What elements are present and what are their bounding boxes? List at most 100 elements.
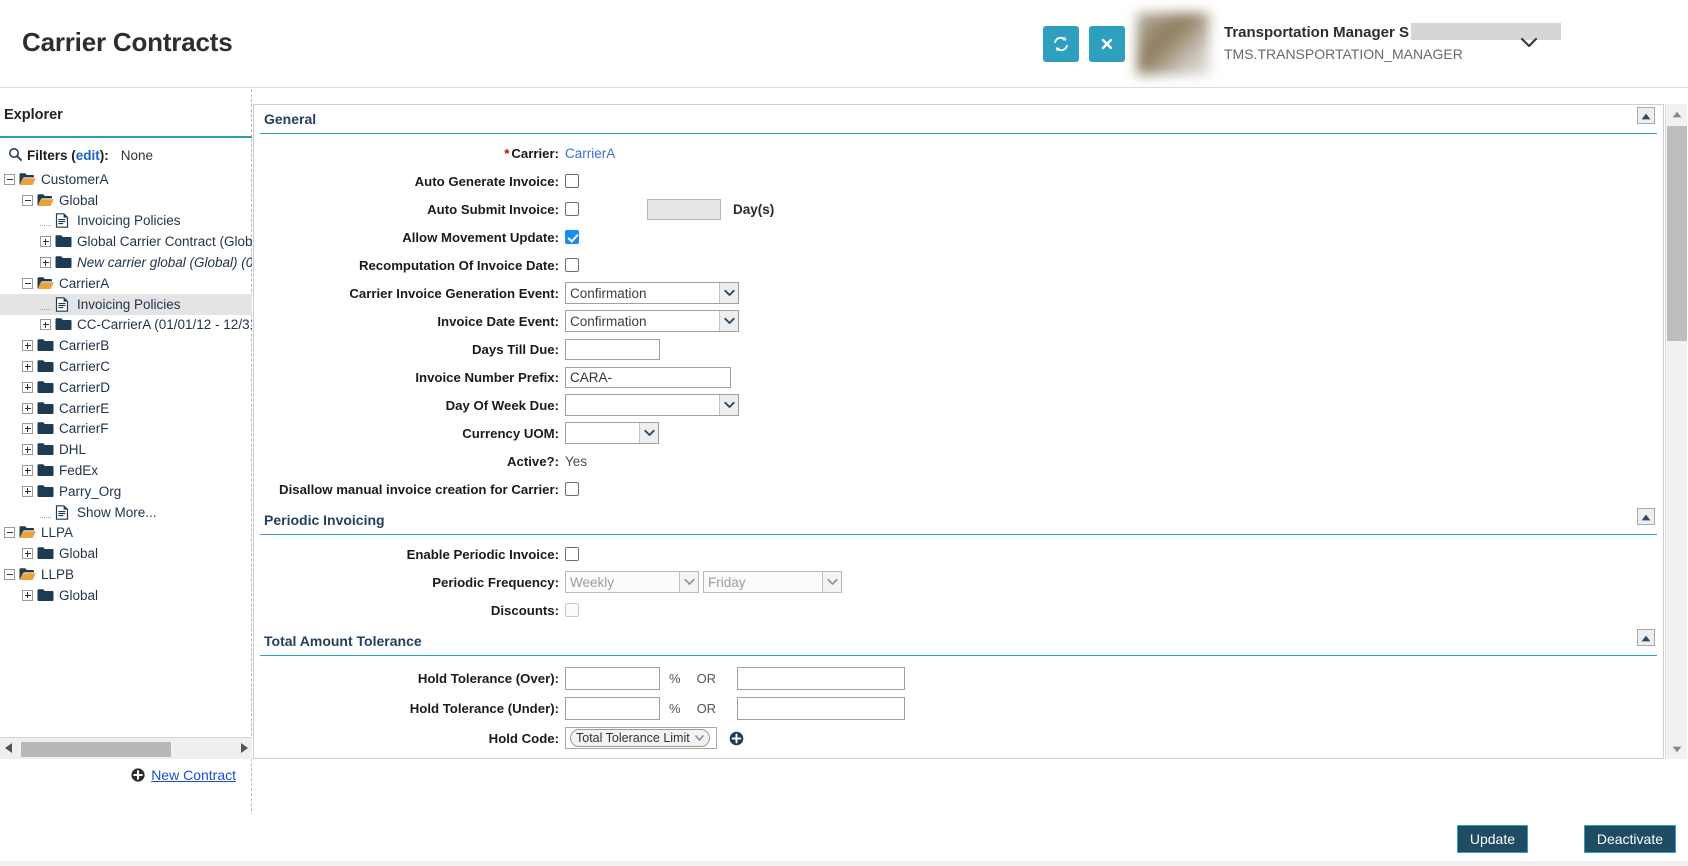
tree-item[interactable]: Global Carrier Contract (Globa [0, 231, 252, 252]
user-menu-toggle[interactable] [1508, 28, 1550, 60]
tree-toggle-plus-icon[interactable] [22, 340, 33, 351]
update-button[interactable]: Update [1457, 825, 1528, 853]
hold-tolerance-under-amount-input[interactable] [737, 697, 905, 720]
tree-toggle-plus-icon[interactable] [40, 257, 51, 268]
tree-item[interactable]: CarrierE [0, 398, 252, 419]
tree-toggle-minus-icon[interactable] [4, 527, 15, 538]
auto-submit-days-input[interactable] [647, 199, 721, 220]
disallow-manual-invoice-checkbox[interactable] [565, 482, 579, 496]
scroll-right-button[interactable] [235, 738, 252, 760]
collapse-tolerance-button[interactable] [1637, 629, 1655, 646]
deactivate-button[interactable]: Deactivate [1584, 825, 1676, 853]
tree-toggle-plus-icon[interactable] [22, 403, 33, 414]
tree-item-label: LLPB [41, 567, 74, 582]
hold-code-add-button[interactable] [729, 731, 744, 746]
folder-icon [37, 401, 54, 416]
new-contract-link[interactable]: New Contract [151, 767, 236, 783]
label-active: Active?: [254, 454, 565, 469]
tree-toggle-minus-icon[interactable] [22, 278, 33, 289]
collapse-general-button[interactable] [1637, 107, 1655, 124]
tree-item[interactable]: Global [0, 190, 252, 211]
tree-toggle-plus-icon[interactable] [22, 382, 33, 393]
tree-toggle-minus-icon[interactable] [4, 569, 15, 580]
tree-item[interactable]: Show More... [0, 502, 252, 523]
scroll-thumb[interactable] [1667, 126, 1687, 341]
currency-uom-select[interactable] [565, 422, 659, 444]
tree-item[interactable]: CarrierD [0, 377, 252, 398]
periodic-frequency-select[interactable]: Weekly [565, 571, 699, 593]
tree-toggle-plus-icon[interactable] [22, 590, 33, 601]
tree-item[interactable]: LLPB [0, 564, 252, 585]
main-vertical-scrollbar[interactable] [1665, 104, 1687, 759]
explorer-horizontal-scrollbar[interactable] [0, 737, 252, 759]
tree-toggle-minus-icon[interactable] [22, 195, 33, 206]
carrier-invoice-generation-event-select[interactable]: Confirmation [565, 282, 739, 304]
tree-toggle-plus-icon[interactable] [22, 465, 33, 476]
tree-item[interactable]: Parry_Org [0, 481, 252, 502]
tree-item[interactable]: DHL [0, 439, 252, 460]
scroll-left-button[interactable] [0, 738, 17, 760]
chevron-down-icon[interactable] [719, 283, 738, 303]
discounts-checkbox[interactable] [565, 603, 579, 617]
days-till-due-input[interactable] [565, 339, 660, 360]
folder-icon [37, 380, 54, 395]
scroll-thumb[interactable] [21, 742, 171, 757]
tree-toggle-plus-icon[interactable] [22, 361, 33, 372]
tree-toggle-minus-icon[interactable] [4, 174, 15, 185]
chevron-down-icon[interactable] [719, 311, 738, 331]
tree-toggle-plus-icon[interactable] [22, 548, 33, 559]
hold-code-token-field[interactable]: Total Tolerance Limit [565, 727, 717, 749]
chevron-down-icon[interactable] [822, 572, 841, 592]
filters-edit-link[interactable]: edit [76, 148, 100, 163]
hold-code-token[interactable]: Total Tolerance Limit [570, 729, 710, 747]
hold-tolerance-over-percent-input[interactable] [565, 667, 660, 690]
day-of-week-due-select[interactable] [565, 394, 739, 416]
collapse-periodic-button[interactable] [1637, 508, 1655, 525]
tree-item[interactable]: LLPA [0, 523, 252, 544]
field-row-invoice-number-prefix: Invoice Number Prefix: [254, 363, 1663, 391]
scroll-up-button[interactable] [1666, 104, 1688, 124]
chevron-down-icon[interactable] [719, 395, 738, 415]
hold-tolerance-under-percent-input[interactable] [565, 697, 660, 720]
tree-item[interactable]: Global [0, 585, 252, 606]
tree-item[interactable]: Invoicing Policies [0, 294, 252, 315]
invoice-number-prefix-input[interactable] [565, 367, 731, 388]
chevron-down-icon[interactable] [679, 572, 698, 592]
tree-item[interactable]: New carrier global (Global) (04/ [0, 252, 252, 273]
recomputation-of-invoice-date-checkbox[interactable] [565, 258, 579, 272]
close-button[interactable] [1089, 26, 1125, 62]
auto-generate-invoice-checkbox[interactable] [565, 174, 579, 188]
chevron-down-icon[interactable] [639, 423, 658, 443]
tree-item[interactable]: CustomerA [0, 169, 252, 190]
section-header-periodic-invoicing: Periodic Invoicing [260, 506, 1657, 535]
invoice-date-event-select[interactable]: Confirmation [565, 310, 739, 332]
periodic-day-select[interactable]: Friday [703, 571, 842, 593]
label-recomputation-of-invoice-date: Recomputation Of Invoice Date: [254, 258, 565, 273]
tree-toggle-plus-icon[interactable] [22, 486, 33, 497]
tree-item[interactable]: Invoicing Policies [0, 211, 252, 232]
tree-toggle-plus-icon[interactable] [40, 319, 51, 330]
auto-submit-invoice-checkbox[interactable] [565, 202, 579, 216]
scroll-track[interactable] [17, 738, 235, 760]
allow-movement-update-checkbox[interactable] [565, 230, 579, 244]
scroll-down-button[interactable] [1666, 739, 1688, 759]
tree-item[interactable]: CarrierF [0, 419, 252, 440]
tree-toggle-plus-icon[interactable] [22, 423, 33, 434]
tree-item-label: LLPA [41, 525, 73, 540]
refresh-button[interactable] [1043, 26, 1079, 62]
enable-periodic-invoice-checkbox[interactable] [565, 547, 579, 561]
tree-item[interactable]: Global [0, 543, 252, 564]
tree-toggle-plus-icon[interactable] [22, 444, 33, 455]
tree-item[interactable]: FedEx [0, 460, 252, 481]
tree-item[interactable]: CarrierA [0, 273, 252, 294]
field-row-disallow-manual-invoice: Disallow manual invoice creation for Car… [254, 475, 1663, 503]
token-remove-icon[interactable] [695, 731, 704, 745]
tree-item[interactable]: CC-CarrierA (01/01/12 - 12/31/ [0, 315, 252, 336]
tree-toggle-plus-icon[interactable] [40, 236, 51, 247]
tree-item[interactable]: CarrierB [0, 335, 252, 356]
value-carrier-link[interactable]: CarrierA [565, 146, 615, 161]
tree-item[interactable]: CarrierC [0, 356, 252, 377]
field-row-currency-uom: Currency UOM: [254, 419, 1663, 447]
new-contract-row: New Contract [0, 761, 252, 789]
hold-tolerance-over-amount-input[interactable] [737, 667, 905, 690]
